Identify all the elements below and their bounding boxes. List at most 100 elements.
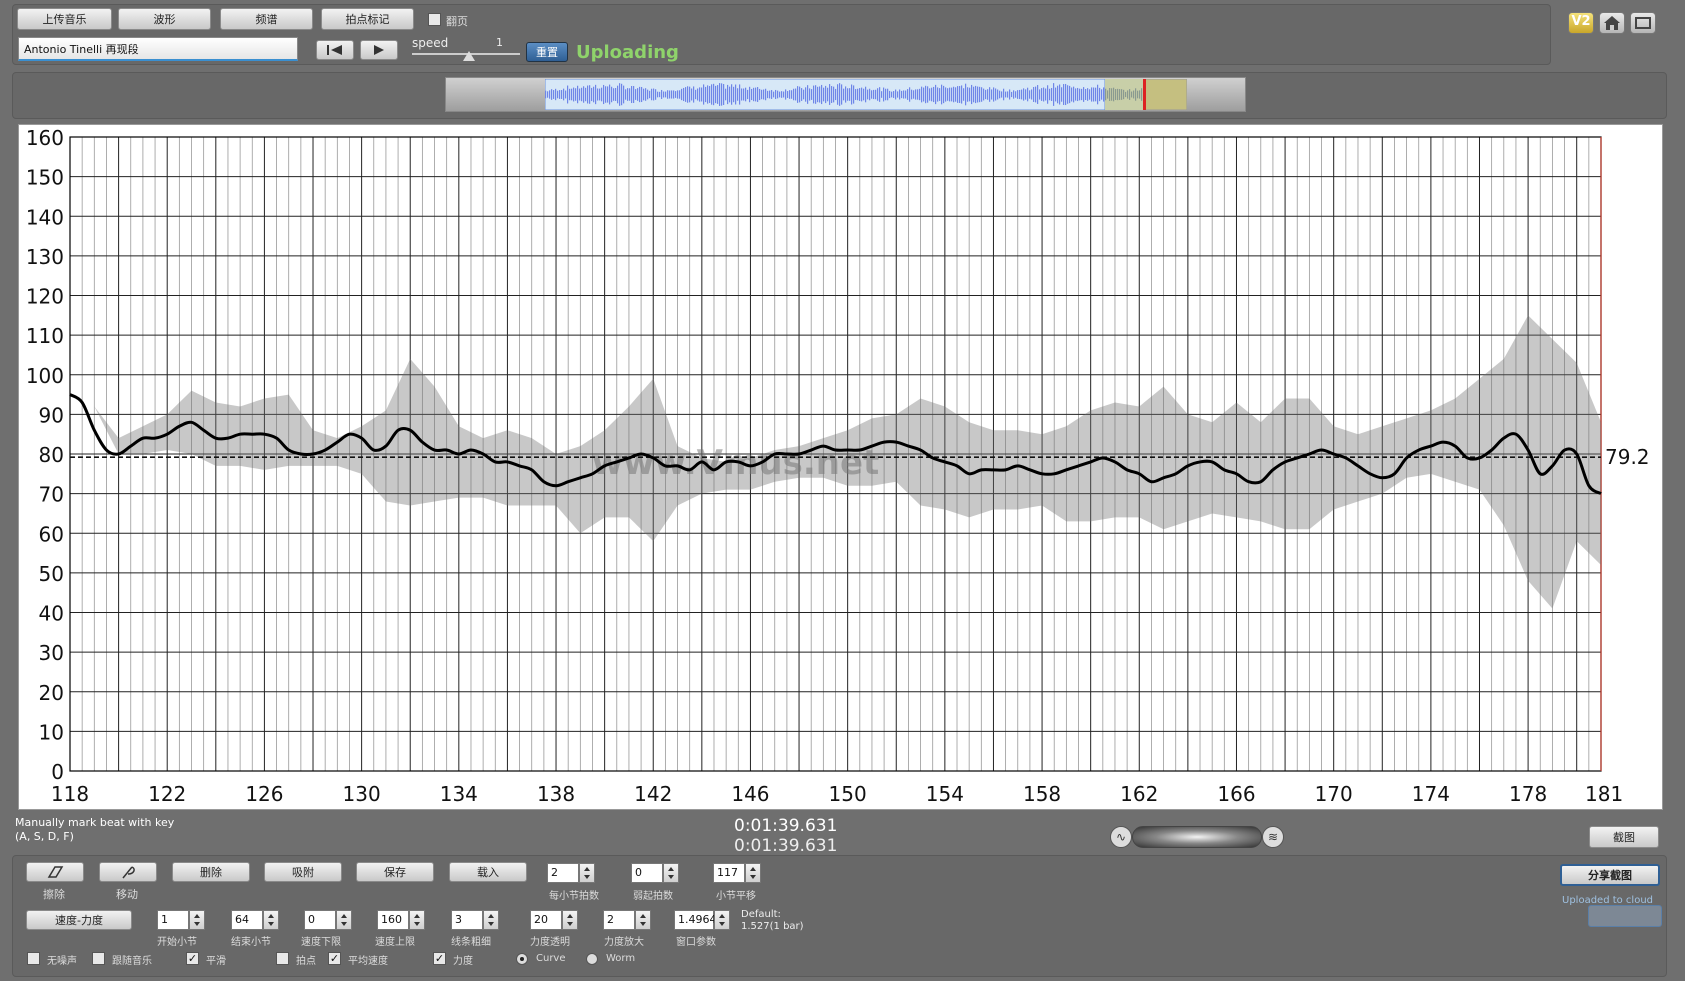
- feather-icon: [122, 866, 135, 879]
- bar-shift-label: 小节平移: [716, 891, 756, 902]
- worm-label: Worm: [606, 953, 636, 964]
- x-tick-label: 158: [1023, 782, 1061, 806]
- wave-expand-icon[interactable]: ≋: [1262, 826, 1284, 848]
- x-tick-label: 170: [1315, 782, 1353, 806]
- y-tick-label: 30: [39, 641, 64, 665]
- erase-button[interactable]: [26, 862, 84, 882]
- spectrum-button[interactable]: 频谱: [220, 8, 313, 30]
- dynamics-alpha-input[interactable]: 20: [530, 910, 562, 930]
- avg-tempo-checkbox[interactable]: ✓: [328, 952, 341, 965]
- y-tick-label: 150: [26, 166, 64, 190]
- dynamics-zoom-input[interactable]: 2: [603, 910, 635, 930]
- speed-label: speed: [412, 36, 449, 50]
- start-bar-stepper[interactable]: [189, 910, 205, 930]
- flip-page-checkbox[interactable]: [428, 13, 441, 26]
- y-tick-label: 120: [26, 285, 64, 309]
- x-tick-label: 181: [1585, 782, 1623, 806]
- dynamics-checkbox[interactable]: ✓: [433, 952, 446, 965]
- play-icon: [374, 45, 384, 55]
- waveform-overview[interactable]: [545, 79, 1187, 110]
- no-noise-checkbox[interactable]: [27, 952, 40, 965]
- beat-hint-line1: Manually mark beat with key: [15, 816, 175, 829]
- dynamics-label: 力度: [453, 956, 473, 967]
- average-tempo-label: 79.2: [1605, 445, 1650, 469]
- x-tick-label: 162: [1120, 782, 1158, 806]
- window-param-input[interactable]: 1.4964: [674, 910, 717, 930]
- tempo-chart-panel[interactable]: www.Vmus.net 79.2 0 10 20 30 40 50 60 70 80 90 100 11…: [18, 124, 1663, 810]
- x-tick-label: 174: [1412, 782, 1450, 806]
- y-tick-label: 70: [39, 483, 64, 507]
- load-button[interactable]: 载入: [449, 862, 527, 882]
- x-tick-label: 166: [1217, 782, 1255, 806]
- tempo-high-stepper[interactable]: [409, 910, 425, 930]
- start-bar-input[interactable]: 1: [157, 910, 189, 930]
- speed-slider-thumb[interactable]: [463, 51, 475, 61]
- end-bar-input[interactable]: 64: [231, 910, 263, 930]
- zoom-slider[interactable]: [1132, 826, 1262, 848]
- tempo-high-input[interactable]: 160: [377, 910, 409, 930]
- y-tick-label: 80: [39, 443, 64, 467]
- beat-mark-button[interactable]: 拍点标记: [321, 8, 414, 30]
- y-tick-label: 50: [39, 562, 64, 586]
- reset-button[interactable]: 重置: [526, 42, 568, 62]
- end-bar-stepper[interactable]: [263, 910, 279, 930]
- start-bar-label: 开始小节: [157, 937, 197, 948]
- move-label: 移动: [116, 888, 138, 901]
- snap-button[interactable]: 吸附: [264, 862, 342, 882]
- y-tick-label: 160: [26, 126, 64, 150]
- bar-shift-input[interactable]: 117: [713, 863, 745, 883]
- curve-label: Curve: [536, 953, 566, 964]
- tempo-dynamics-chart[interactable]: www.Vmus.net 79.2010203040506070809010011…: [19, 125, 1664, 811]
- dynamics-alpha-stepper[interactable]: [562, 910, 578, 930]
- delete-button[interactable]: 删除: [172, 862, 250, 882]
- line-width-stepper[interactable]: [483, 910, 499, 930]
- line-width-input[interactable]: 3: [451, 910, 483, 930]
- bar-shift-stepper[interactable]: [745, 863, 761, 883]
- default-value: 1.527(1 bar): [741, 921, 804, 932]
- y-tick-label: 20: [39, 681, 64, 705]
- waveform-button[interactable]: 波形: [118, 8, 211, 30]
- default-label: Default:: [741, 909, 781, 920]
- start-beat-stepper[interactable]: [663, 863, 679, 883]
- smooth-label: 平滑: [206, 956, 226, 967]
- beat-hint-line2: (A, S, D, F): [15, 830, 74, 843]
- beats-per-bar-input[interactable]: 2: [547, 863, 579, 883]
- curve-radio[interactable]: [516, 953, 528, 965]
- x-tick-label: 126: [245, 782, 283, 806]
- window-param-stepper[interactable]: [714, 910, 730, 930]
- upload-status: Uploading: [576, 42, 679, 63]
- follow-music-checkbox[interactable]: [92, 952, 105, 965]
- dynamics-zoom-stepper[interactable]: [635, 910, 651, 930]
- upload-music-button[interactable]: 上传音乐: [17, 8, 112, 30]
- flip-page-label: 翻页: [446, 15, 468, 28]
- time-display-current: 0:01:39.631: [734, 816, 838, 836]
- avg-tempo-label: 平均速度: [348, 956, 388, 967]
- play-button[interactable]: [360, 40, 398, 60]
- x-tick-label: 146: [731, 782, 769, 806]
- v2-icon[interactable]: V2: [1568, 12, 1594, 34]
- beat-checkbox[interactable]: [276, 952, 289, 965]
- track-name-field[interactable]: Antonio Tinelli 再现段: [18, 37, 298, 61]
- y-tick-label: 140: [26, 205, 64, 229]
- start-beat-input[interactable]: 0: [631, 863, 663, 883]
- x-tick-label: 122: [148, 782, 186, 806]
- home-icon[interactable]: [1599, 12, 1625, 34]
- tempo-low-stepper[interactable]: [336, 910, 352, 930]
- smooth-checkbox[interactable]: ✓: [186, 952, 199, 965]
- x-tick-label: 178: [1509, 782, 1547, 806]
- time-display-total: 0:01:39.631: [734, 836, 838, 856]
- rewind-button[interactable]: [316, 40, 354, 60]
- x-tick-label: 130: [343, 782, 381, 806]
- mode-tempo-dynamics-button[interactable]: 速度-力度: [26, 910, 132, 930]
- worm-radio[interactable]: [586, 953, 598, 965]
- save-button[interactable]: 保存: [356, 862, 434, 882]
- beats-per-bar-label: 每小节拍数: [549, 891, 599, 902]
- share-link-button[interactable]: [1588, 905, 1662, 927]
- share-screenshot-button[interactable]: 分享截图: [1560, 864, 1660, 886]
- beats-per-bar-stepper[interactable]: [579, 863, 595, 883]
- move-button[interactable]: [99, 862, 157, 882]
- window-icon[interactable]: [1630, 12, 1656, 34]
- tempo-low-input[interactable]: 0: [304, 910, 336, 930]
- screenshot-button[interactable]: 截图: [1589, 826, 1659, 848]
- wave-compress-icon[interactable]: ∿: [1110, 826, 1132, 848]
